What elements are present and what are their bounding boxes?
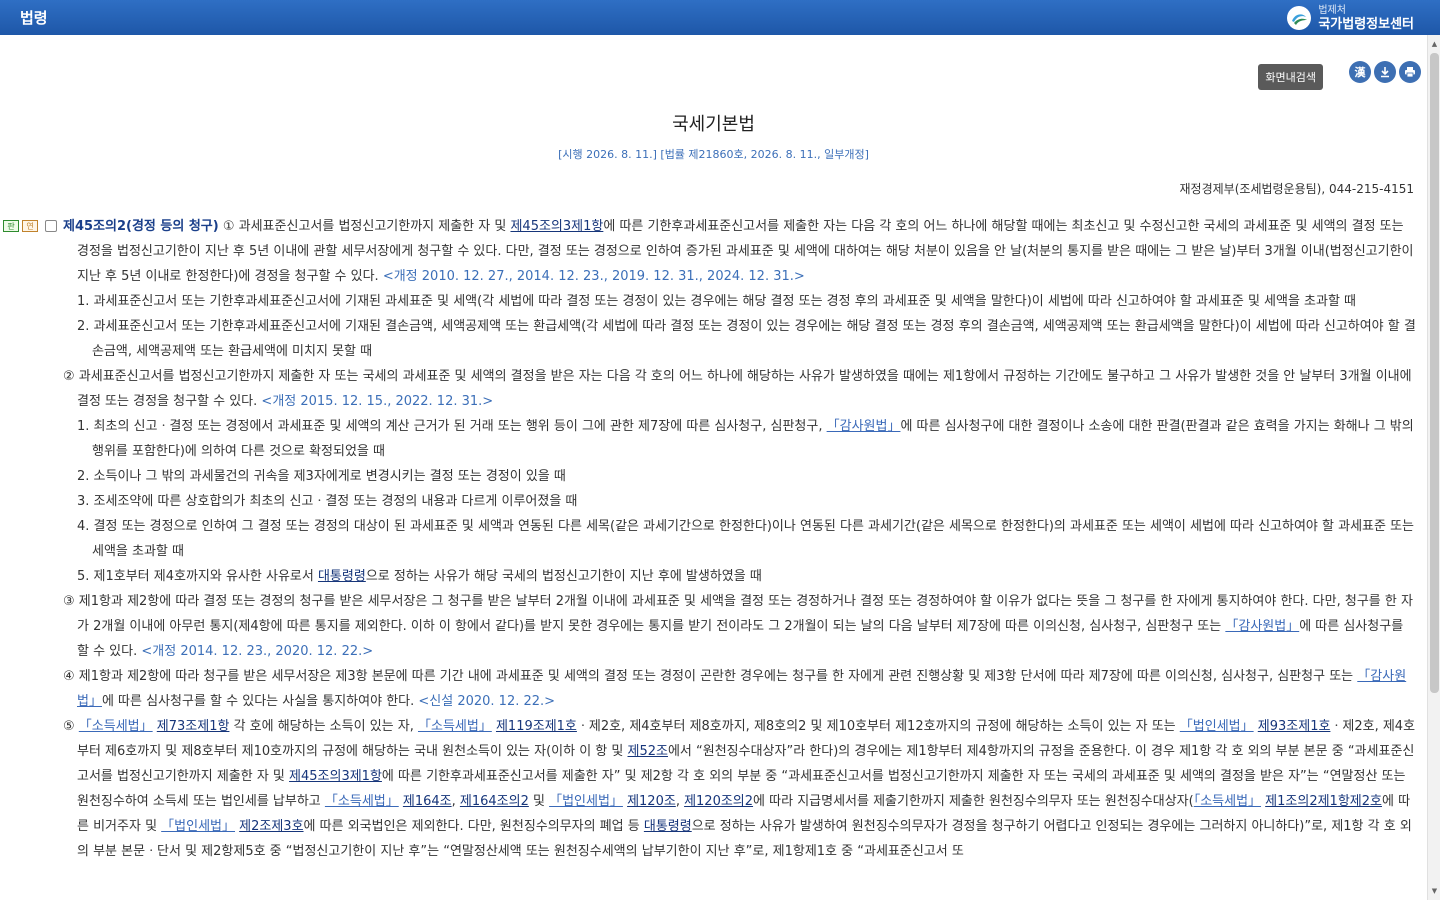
amendment-note[interactable]: <개정 2010. 12. 27., 2014. 12. 23., 2019. … — [383, 269, 805, 284]
paragraph-4: ④ 제1항과 제2항에 따라 청구를 받은 세무서장은 제3항 본문에 따른 기… — [63, 664, 1416, 714]
item-1-1: 1. 과세표준신고서 또는 기한후과세표준신고서에 기재된 과세표준 및 세액(… — [77, 294, 1357, 309]
toolbar: 화면내검색 漢 — [1258, 54, 1421, 90]
law-link[interactable]: 「소득세법」 — [1194, 794, 1261, 809]
article-badges: 판 연 — [3, 220, 57, 232]
article-checkbox[interactable] — [45, 220, 57, 232]
text: 및 — [528, 794, 550, 809]
law-link[interactable]: 대통령령 — [318, 569, 366, 584]
app-title: 법령 — [20, 9, 48, 27]
scroll-down-icon[interactable]: ▼ — [1428, 884, 1440, 898]
paragraph-1: 제45조의2(경정 등의 청구) ① 과세표준신고서를 법정신고기한까지 제출한… — [63, 214, 1416, 289]
scroll-up-icon[interactable]: ▲ — [1428, 37, 1440, 51]
text: 에 따라 지급명세서를 제출기한까지 제출한 원천징수의무자 또는 원천징수대상… — [753, 794, 1194, 809]
item-2-5: 5. 제1호부터 제4호까지와 유사한 사유로서 대통령령으로 정하는 사유가 … — [63, 564, 1416, 589]
law-link[interactable]: 제45조의3제1항 — [510, 219, 603, 234]
text: ③ 제1항과 제2항에 따라 결정 또는 경정의 청구를 받은 세무서장은 그 … — [63, 594, 1413, 634]
law-link[interactable]: 제164조 — [403, 794, 452, 809]
brand[interactable]: 법제처 국가법령정보센터 — [1286, 3, 1414, 33]
print-icon[interactable] — [1399, 61, 1421, 83]
screen-search-button[interactable]: 화면내검색 — [1258, 64, 1323, 90]
top-bar: 법령 법제처 국가법령정보센터 — [0, 0, 1440, 35]
brand-logo-icon — [1287, 6, 1312, 30]
scroll-thumb[interactable] — [1430, 53, 1439, 693]
text: ① 과세표준신고서를 법정신고기한까지 제출한 자 및 — [218, 219, 511, 234]
history-badge[interactable]: 연 — [22, 220, 38, 232]
precedent-badge[interactable]: 판 — [3, 220, 19, 232]
vertical-scrollbar[interactable]: ▲ ▼ — [1427, 35, 1440, 900]
brand-sub: 법제처 — [1318, 4, 1346, 16]
paragraph-5: ⑤ 「소득세법」 제73조제1항 각 호에 해당하는 소득이 있는 자, 「소득… — [63, 714, 1416, 864]
law-link[interactable]: 제52조 — [628, 744, 668, 759]
amendment-note[interactable]: <개정 2014. 12. 23., 2020. 12. 22.> — [141, 644, 373, 659]
law-link[interactable]: 「감사원법」 — [827, 419, 901, 434]
text: 각 호에 해당하는 소득이 있는 자, — [229, 719, 418, 734]
brand-main: 국가법령정보센터 — [1318, 16, 1414, 32]
law-link[interactable]: 「법인세법」 — [161, 819, 235, 834]
law-link[interactable]: 「소득세법」 — [418, 719, 492, 734]
law-link[interactable]: 제164조의2 — [460, 794, 529, 809]
ministry-contact: 재정경제부(조세법령운용팀), 044-215-4151 — [1179, 182, 1414, 196]
law-link[interactable]: 제2조제3호 — [239, 819, 303, 834]
text: 에 따른 외국법인은 제외한다. 다만, 원천징수의무자의 폐업 등 — [303, 819, 644, 834]
item-1-2: 2. 과세표준신고서 또는 기한후과세표준신고서에 기재된 결손금액, 세액공제… — [77, 319, 1416, 359]
law-link[interactable]: 「법인세법」 — [1180, 719, 1254, 734]
text: ㆍ제2호, 제4호부터 제8호까지, 제8호의2 및 제10호부터 제12호까지… — [576, 719, 1180, 734]
law-link[interactable]: 제1조의2제1항제2호 — [1265, 794, 1382, 809]
text: 1. 최초의 신고ㆍ결정 또는 경정에서 과세표준 및 세액의 계산 근거가 된… — [77, 419, 827, 434]
law-link[interactable]: 제45조의3제1항 — [289, 769, 382, 784]
download-icon[interactable] — [1374, 61, 1396, 83]
law-link[interactable]: 제73조제1항 — [157, 719, 230, 734]
text: 에 따른 심사청구를 할 수 있다는 사실을 통지하여야 한다. — [101, 694, 419, 709]
paragraph-3: ③ 제1항과 제2항에 따라 결정 또는 경정의 청구를 받은 세무서장은 그 … — [63, 589, 1416, 664]
item-2-3: 3. 조세조약에 따른 상호합의가 최초의 신고ㆍ결정 또는 경정의 내용과 다… — [77, 494, 578, 509]
text: 으로 정하는 사유가 해당 국세의 법정신고기한이 지난 후에 발생하였을 때 — [365, 569, 762, 584]
paragraph-2: ② 과세표준신고서를 법정신고기한까지 제출한 자 또는 국세의 과세표준 및 … — [63, 364, 1416, 414]
law-link[interactable]: 「소득세법」 — [79, 719, 153, 734]
item-2-4: 4. 결정 또는 경정으로 인하여 그 결정 또는 경정의 대상이 된 과세표준… — [77, 519, 1415, 559]
law-link[interactable]: 대통령령 — [644, 819, 692, 834]
text: , — [675, 794, 685, 809]
text: ⑤ — [63, 719, 79, 734]
law-link[interactable]: 제120조의2 — [684, 794, 753, 809]
law-enforcement-info: [시행 2026. 8. 11.] [법률 제21860호, 2026. 8. … — [558, 148, 869, 161]
amendment-note[interactable]: <개정 2015. 12. 15., 2022. 12. 31.> — [261, 394, 493, 409]
article-content: 제45조의2(경정 등의 청구) ① 과세표준신고서를 법정신고기한까지 제출한… — [63, 214, 1416, 864]
article-heading[interactable]: 제45조의2(경정 등의 청구) — [63, 219, 219, 234]
item-2-2: 2. 소득이나 그 밖의 과세물건의 귀속을 제3자에게로 변경시키는 결정 또… — [77, 469, 566, 484]
hanja-icon[interactable]: 漢 — [1349, 61, 1371, 83]
law-link[interactable]: 「법인세법」 — [549, 794, 623, 809]
law-link[interactable]: 「소득세법」 — [325, 794, 399, 809]
text: 5. 제1호부터 제4호까지와 유사한 사유로서 — [77, 569, 318, 584]
amendment-note[interactable]: <신설 2020. 12. 22.> — [418, 694, 555, 709]
law-link[interactable]: 제93조제1호 — [1258, 719, 1331, 734]
law-link[interactable]: 제119조제1호 — [496, 719, 577, 734]
text: , — [451, 794, 460, 809]
law-link[interactable]: 「감사원법」 — [1225, 619, 1299, 634]
text: ④ 제1항과 제2항에 따라 청구를 받은 세무서장은 제3항 본문에 따른 기… — [63, 669, 1358, 684]
law-title: 국세기본법 — [672, 114, 755, 135]
law-link[interactable]: 제120조 — [627, 794, 676, 809]
item-2-1: 1. 최초의 신고ㆍ결정 또는 경정에서 과세표준 및 세액의 계산 근거가 된… — [63, 414, 1416, 464]
